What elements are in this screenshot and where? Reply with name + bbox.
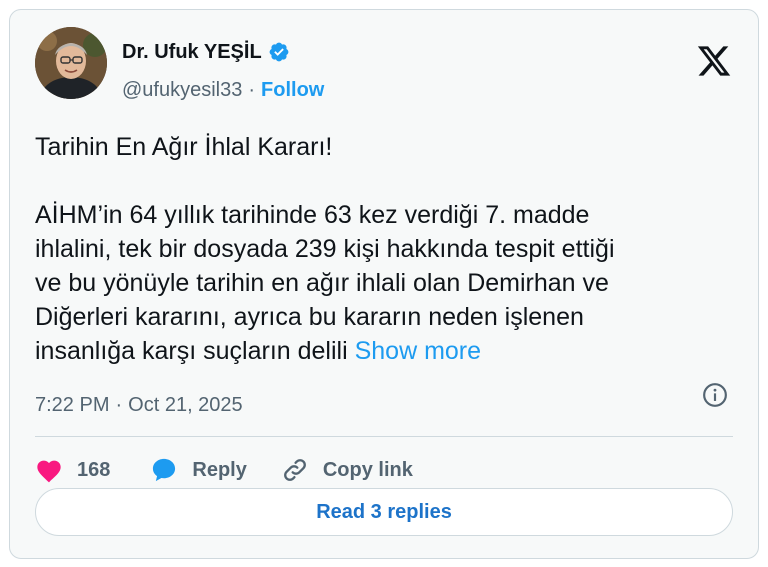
tweet-line: Diğerleri kararını, ayrıca bu kararın ne… xyxy=(35,303,584,331)
separator-dot: · xyxy=(248,78,256,101)
tweet-line: ve bu yönüyle tarihin en ağır ihlali ola… xyxy=(35,269,609,297)
separator-dot: · xyxy=(115,394,123,416)
reply-bubble-icon xyxy=(153,458,176,482)
follow-button[interactable]: Follow xyxy=(261,79,324,102)
handle-row: @ufukyesil33 · Follow xyxy=(122,77,324,103)
tweet-last-line: insanlığa karşı suçların delili Show mor… xyxy=(35,334,735,368)
verified-badge-icon xyxy=(268,41,290,63)
tweet-line: AİHM’in 64 yıllık tarihinde 63 kez verdi… xyxy=(35,201,590,229)
heart-icon xyxy=(37,460,61,483)
avatar[interactable] xyxy=(35,27,107,99)
copy-link-label: Copy link xyxy=(322,458,413,481)
tweet-text: Tarihin En Ağır İhlal Kararı! AİHM’in 64… xyxy=(35,130,735,368)
tweet-card: Dr. Ufuk YEŞİL @ufukyesil33 · Follow Tar… xyxy=(9,9,759,559)
reply-label: Reply xyxy=(192,458,247,481)
name-row: Dr. Ufuk YEŞİL xyxy=(122,39,290,65)
read-replies-label: Read 3 replies xyxy=(316,500,452,523)
tweet-title-line: Tarihin En Ağır İhlal Kararı! xyxy=(35,133,333,161)
like-button[interactable]: 168 xyxy=(35,457,110,483)
copy-link-button[interactable]: Copy link xyxy=(281,456,413,484)
reply-button[interactable]: Reply xyxy=(150,456,247,484)
display-name[interactable]: Dr. Ufuk YEŞİL xyxy=(122,41,262,64)
divider xyxy=(35,436,733,437)
link-icon xyxy=(283,459,306,481)
action-bar: 168 Reply Copy link xyxy=(35,450,413,490)
tweet-line: ihlalini, tek bir dosyada 239 kişi hakkı… xyxy=(35,235,615,263)
tweet-timestamp[interactable]: 7:22 PM · Oct 21, 2025 xyxy=(35,394,243,417)
info-icon[interactable] xyxy=(702,382,728,408)
x-logo-icon[interactable] xyxy=(696,43,732,79)
show-more-link[interactable]: Show more xyxy=(355,337,481,365)
handle[interactable]: @ufukyesil33 xyxy=(122,79,242,102)
read-replies-button[interactable]: Read 3 replies xyxy=(35,488,733,536)
tweet-time: 7:22 PM xyxy=(35,394,110,416)
like-count: 168 xyxy=(77,458,111,481)
tweet-header: Dr. Ufuk YEŞİL @ufukyesil33 · Follow xyxy=(35,27,738,101)
tweet-date: Oct 21, 2025 xyxy=(128,394,243,416)
tweet-line: insanlığa karşı suçların delili xyxy=(35,337,355,365)
